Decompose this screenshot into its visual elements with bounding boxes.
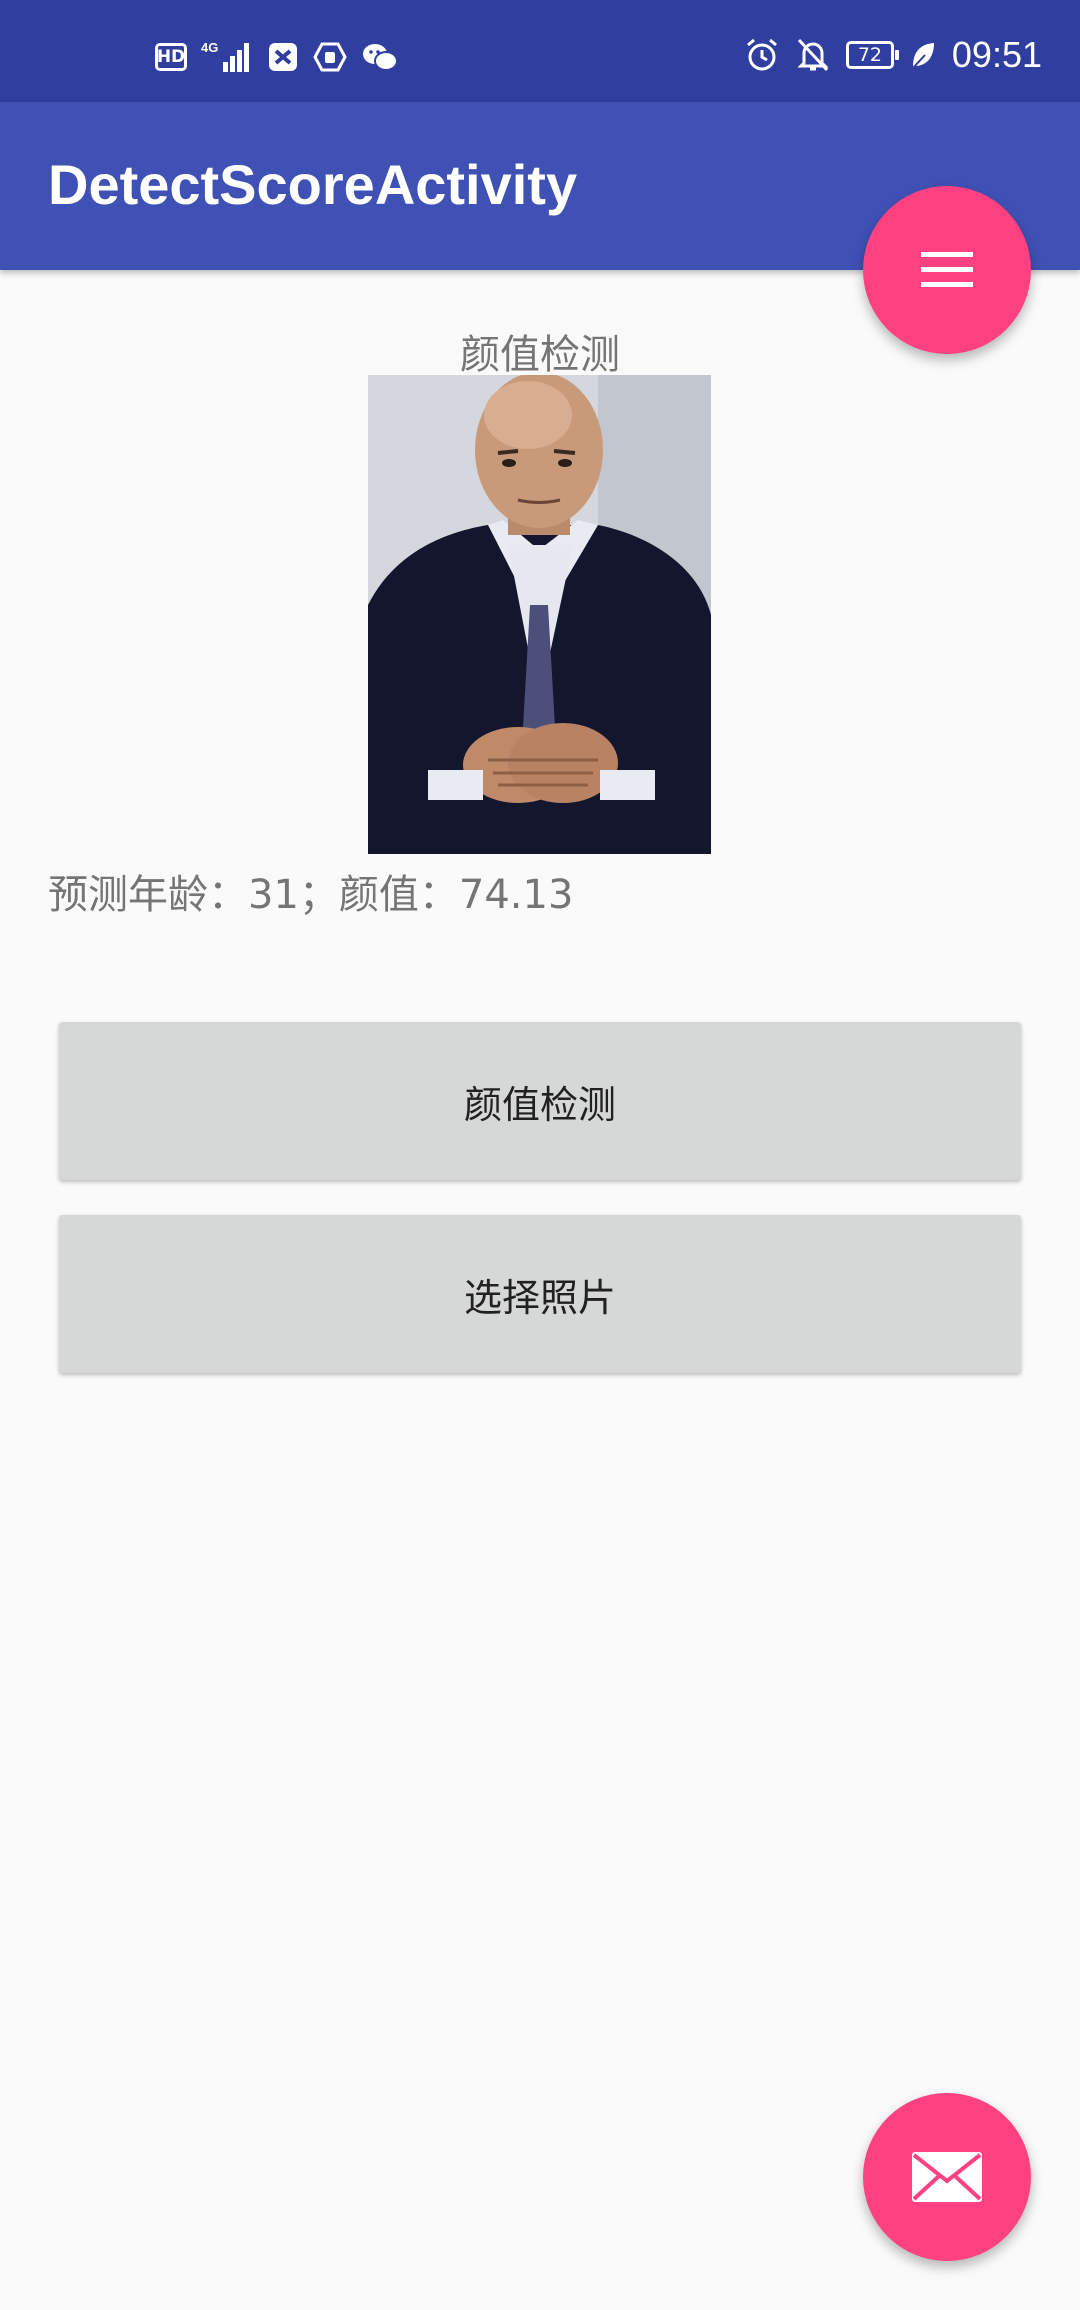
battery-icon: 72 xyxy=(845,41,899,69)
app-notification-icon xyxy=(267,41,299,73)
detect-score-button[interactable]: 颜值检测 xyxy=(59,1022,1021,1180)
status-left-icons: HD 4G xyxy=(155,40,399,74)
choose-photo-button[interactable]: 选择照片 xyxy=(59,1215,1021,1373)
portrait-photo xyxy=(368,375,711,854)
status-time: 09:51 xyxy=(951,34,1042,75)
shield-icon xyxy=(313,41,347,73)
prediction-result: 预测年龄：31；颜值：74.13 xyxy=(48,872,574,918)
status-right-icons: 72 09:51 xyxy=(744,34,1042,76)
mute-bell-icon xyxy=(796,37,830,73)
app-title: DetectScoreActivity xyxy=(48,153,578,216)
wechat-icon xyxy=(361,41,399,73)
signal-label: 4G xyxy=(201,40,218,55)
mail-fab-button[interactable] xyxy=(863,2093,1031,2261)
alarm-icon xyxy=(744,37,780,73)
leaf-icon xyxy=(910,40,936,70)
hd-icon: HD xyxy=(155,43,187,71)
mail-icon xyxy=(912,2152,982,2202)
signal-icon: 4G xyxy=(201,40,253,74)
status-bar: HD 4G 72 09:51 xyxy=(0,0,1080,102)
content-heading: 颜值检测 xyxy=(460,332,620,378)
menu-icon xyxy=(921,252,973,287)
